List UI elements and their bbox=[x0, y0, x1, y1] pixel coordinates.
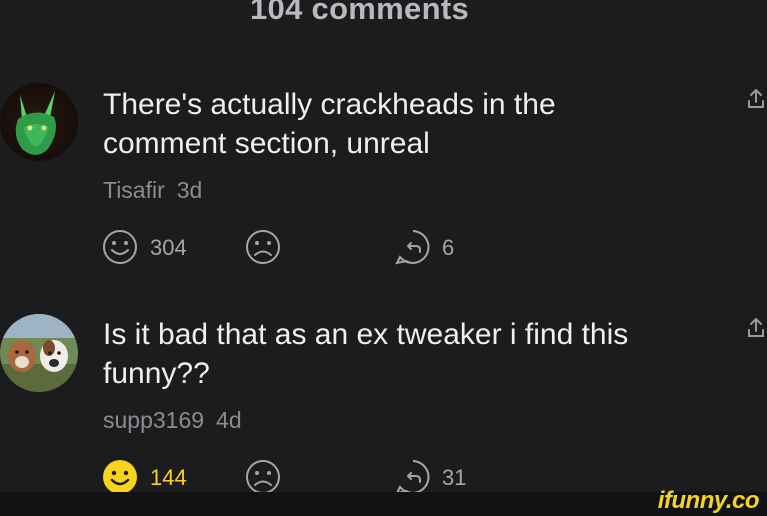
two-dogs-avatar-icon bbox=[0, 314, 78, 392]
reply-count: 6 bbox=[442, 235, 455, 260]
smile-icon[interactable] bbox=[101, 228, 139, 266]
reply-icon[interactable] bbox=[394, 228, 432, 266]
avatar[interactable] bbox=[0, 83, 78, 161]
ifunny-watermark: ifunny.co bbox=[657, 487, 760, 514]
unsmile-icon[interactable] bbox=[244, 458, 282, 496]
footer-bar bbox=[0, 492, 767, 516]
comment-text: Is it bad that as an ex tweaker i find t… bbox=[103, 318, 629, 390]
share-icon[interactable] bbox=[746, 316, 766, 340]
comment-meta: supp3169 4d bbox=[103, 407, 242, 434]
smile-count: 304 bbox=[150, 235, 187, 260]
share-icon[interactable] bbox=[746, 87, 766, 111]
comments-count-title: 104 comments bbox=[250, 0, 469, 26]
comments-page: 104 comments There's actually crackheads… bbox=[0, 0, 767, 516]
unsmile-icon[interactable] bbox=[244, 228, 282, 266]
comment-age: 4d bbox=[216, 407, 242, 433]
avatar[interactable] bbox=[0, 314, 78, 392]
comment-author[interactable]: supp3169 bbox=[103, 407, 204, 433]
comment-author[interactable]: Tisafir bbox=[103, 177, 165, 203]
comment-age: 3d bbox=[176, 177, 203, 203]
reply-icon[interactable] bbox=[394, 458, 432, 496]
smile-count: 144 bbox=[150, 465, 187, 490]
smile-icon[interactable] bbox=[101, 458, 139, 496]
comment-meta: Tisafir 3d bbox=[103, 177, 202, 204]
reply-count: 31 bbox=[442, 465, 467, 490]
comment-actions: 304 6 bbox=[101, 228, 521, 268]
green-dragon-avatar-icon bbox=[0, 83, 78, 161]
comment-text: There's actually crackheads in the comme… bbox=[103, 88, 556, 160]
